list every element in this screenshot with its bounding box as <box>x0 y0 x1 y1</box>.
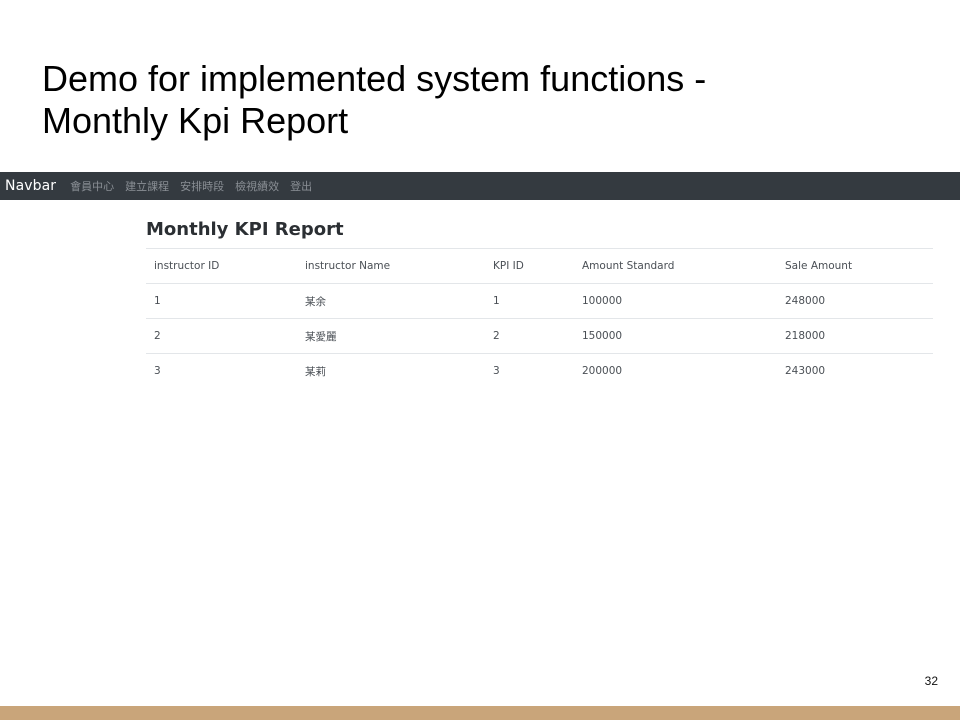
page-number: 32 <box>924 674 938 688</box>
column-header-amount-standard: Amount Standard <box>574 248 777 284</box>
cell-kpi-id: 1 <box>485 283 574 319</box>
cell-amount-standard: 200000 <box>574 353 777 388</box>
nav-link-create-course[interactable]: 建立課程 <box>125 178 169 194</box>
nav-link-member-center[interactable]: 會員中心 <box>70 178 114 194</box>
cell-instructor-name: 某愛麗 <box>297 318 485 354</box>
nav-link-logout[interactable]: 登出 <box>290 178 312 194</box>
cell-sale-amount: 248000 <box>777 283 933 319</box>
nav-links: 會員中心 建立課程 安排時段 檢視績效 登出 <box>70 178 323 194</box>
table-row: 1 某余 1 100000 248000 <box>146 283 933 319</box>
table-header-row: instructor ID instructor Name KPI ID Amo… <box>146 248 933 284</box>
cell-instructor-name: 某莉 <box>297 353 485 388</box>
column-header-sale-amount: Sale Amount <box>777 248 933 284</box>
cell-sale-amount: 243000 <box>777 353 933 388</box>
slide-title-line-1: Demo for implemented system functions - <box>42 58 707 99</box>
report-title: Monthly KPI Report <box>146 219 344 240</box>
cell-instructor-id: 1 <box>146 283 297 319</box>
nav-link-view-performance[interactable]: 檢視績效 <box>235 178 279 194</box>
cell-kpi-id: 3 <box>485 353 574 388</box>
slide-title-line-2: Monthly Kpi Report <box>42 100 349 141</box>
table-row: 3 某莉 3 200000 243000 <box>146 353 933 388</box>
column-header-instructor-name: instructor Name <box>297 248 485 284</box>
column-header-instructor-id: instructor ID <box>146 248 297 284</box>
kpi-table: instructor ID instructor Name KPI ID Amo… <box>146 248 933 388</box>
cell-amount-standard: 150000 <box>574 318 777 354</box>
cell-instructor-id: 3 <box>146 353 297 388</box>
cell-instructor-name: 某余 <box>297 283 485 319</box>
navbar-brand[interactable]: Navbar <box>5 178 56 194</box>
column-header-kpi-id: KPI ID <box>485 248 574 284</box>
cell-amount-standard: 100000 <box>574 283 777 319</box>
slide-title: Demo for implemented system functions - … <box>42 58 902 142</box>
nav-link-schedule[interactable]: 安排時段 <box>180 178 224 194</box>
kpi-report: Monthly KPI Report instructor ID instruc… <box>146 218 933 388</box>
bottom-accent-bar <box>0 706 960 720</box>
cell-kpi-id: 2 <box>485 318 574 354</box>
table-row: 2 某愛麗 2 150000 218000 <box>146 318 933 354</box>
cell-sale-amount: 218000 <box>777 318 933 354</box>
cell-instructor-id: 2 <box>146 318 297 354</box>
app-screenshot: Navbar 會員中心 建立課程 安排時段 檢視績效 登出 Monthly KP… <box>0 172 960 402</box>
navbar: Navbar 會員中心 建立課程 安排時段 檢視績效 登出 <box>0 172 960 200</box>
